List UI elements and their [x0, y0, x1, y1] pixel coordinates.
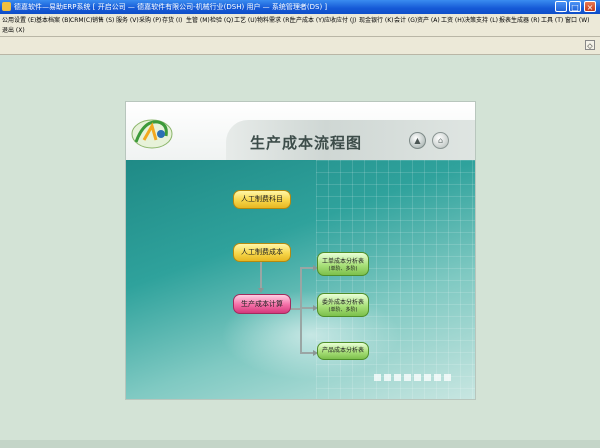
up-arrow-icon[interactable]: ▲: [409, 132, 426, 149]
node-work-order-report[interactable]: 工单成本分析表 (单阶、多阶): [317, 252, 369, 276]
status-strip: [0, 440, 600, 448]
decor-square: [374, 374, 381, 381]
maximize-button[interactable]: □: [569, 1, 581, 12]
title-bar: 德嘉软件—易助ERP系统 [ 开启公司 — 德嘉软件有限公司-机械行业(DSH)…: [0, 0, 600, 14]
decor-square: [384, 374, 391, 381]
menu-item-public-settings[interactable]: 公用设置 (E): [2, 16, 36, 25]
menu-item-base-files[interactable]: 基本档案 (B): [36, 16, 71, 25]
menu-item-mrp[interactable]: 物料需求 (R): [257, 16, 292, 25]
menu-item-cash-bank[interactable]: 现金银行 (K): [359, 16, 394, 25]
menu-item-process[interactable]: 工艺 (U): [234, 16, 257, 25]
arrow-down-icon: [258, 288, 264, 293]
connector: [300, 307, 314, 309]
node-label: 工单成本分析表: [321, 258, 364, 265]
menu-item-sales[interactable]: 销售 (S): [92, 16, 114, 25]
decor-square: [434, 374, 441, 381]
menu-item-decision-support[interactable]: 决策支持 (L): [464, 16, 498, 25]
node-production-cost[interactable]: 生产成本计算: [233, 294, 291, 314]
menu-item-production-cost[interactable]: 生产成本 (Y): [290, 16, 324, 25]
node-process-report[interactable]: 委外成本分析表 (单阶、多阶): [317, 293, 369, 317]
decor-square: [444, 374, 451, 381]
menu-item-purchase[interactable]: 采购 (P): [139, 16, 161, 25]
minimize-button[interactable]: _: [555, 1, 567, 12]
node-label: 生产成本计算: [241, 300, 283, 308]
menu-item-payroll[interactable]: 工资 (H): [441, 16, 464, 25]
menu-item-tools[interactable]: 工具 (T): [541, 16, 563, 25]
menu-item-crm[interactable]: CRM(C): [70, 16, 92, 25]
panel-header: 生产成本流程图 ▲ ⌂: [126, 102, 475, 160]
menu-item-receivable-payable[interactable]: 应收应付 (J): [324, 16, 356, 25]
logo-icon: [131, 119, 173, 149]
node-labor-subject[interactable]: 人工制费科目: [233, 190, 291, 209]
node-labor-cost[interactable]: 人工制费成本: [233, 243, 291, 262]
decor-square: [414, 374, 421, 381]
node-label: 人工制费成本: [241, 248, 283, 256]
restore-panel-icon[interactable]: ◇: [585, 40, 595, 50]
node-sublabel: (单阶、多阶): [328, 266, 358, 272]
menu-item-window[interactable]: 窗口 (W): [565, 16, 590, 25]
home-icon[interactable]: ⌂: [432, 132, 449, 149]
page-title: 生产成本流程图: [250, 134, 363, 152]
menu-item-exit[interactable]: 退出 (X): [2, 26, 25, 35]
menu-item-inspection[interactable]: 检验 (Q): [210, 16, 233, 25]
node-label: 人工制费科目: [241, 195, 283, 203]
node-product-report[interactable]: 产品成本分析表: [317, 342, 369, 360]
menu-item-service[interactable]: 服务 (V): [116, 16, 139, 25]
toolbar: ◇: [0, 37, 600, 55]
menu-item-production-mgmt[interactable]: 生管 (M): [186, 16, 210, 25]
close-button[interactable]: ×: [584, 1, 596, 12]
panel-body: 人工制费科目 人工制费成本 生产成本计算 工单成本分析表 (单阶、多阶) 委外成…: [126, 160, 475, 399]
node-label: 产品成本分析表: [321, 347, 364, 354]
menu-item-assets[interactable]: 资产 (A): [417, 16, 440, 25]
decor-square: [404, 374, 411, 381]
app-icon: [2, 2, 11, 11]
menu-item-inventory[interactable]: 存货 (I): [162, 16, 182, 25]
menu-item-accounting[interactable]: 会计 (G): [394, 16, 417, 25]
connector: [300, 267, 314, 269]
decor-square: [394, 374, 401, 381]
flow-panel: 生产成本流程图 ▲ ⌂ 人工制费科目 人工制费成本 生产成本计算 工单成本分析表…: [125, 101, 476, 400]
menu-bar: 公用设置 (E) 基本档案 (B) CRM(C) 销售 (S) 服务 (V) 采…: [0, 14, 600, 37]
node-label: 委外成本分析表: [321, 299, 364, 306]
menu-item-report-generator[interactable]: 报表生成器 (R): [499, 16, 540, 25]
connector: [300, 267, 302, 353]
node-sublabel: (单阶、多阶): [328, 307, 358, 313]
decor-square: [424, 374, 431, 381]
connector: [300, 352, 314, 354]
window-title: 德嘉软件—易助ERP系统 [ 开启公司 — 德嘉软件有限公司-机械行业(DSH)…: [14, 3, 328, 11]
